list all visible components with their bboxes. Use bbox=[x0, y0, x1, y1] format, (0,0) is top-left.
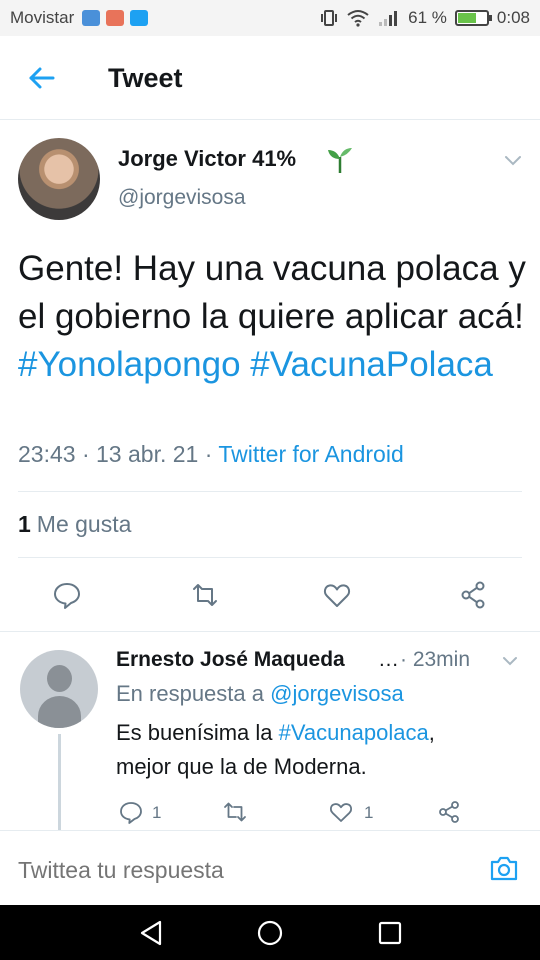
divider bbox=[0, 631, 540, 632]
recents-square-icon[interactable] bbox=[376, 919, 404, 947]
avatar-head bbox=[47, 665, 72, 692]
wifi-icon bbox=[347, 10, 369, 27]
divider bbox=[18, 491, 522, 492]
back-triangle-icon[interactable] bbox=[138, 919, 166, 947]
thread-line bbox=[58, 734, 61, 830]
reply-icon[interactable] bbox=[52, 580, 82, 610]
tweet-meta: 23:43 · 13 abr. 21 · Twitter for Android bbox=[18, 441, 404, 468]
reply-count: 1 bbox=[152, 803, 162, 822]
share-icon[interactable] bbox=[436, 800, 462, 824]
hashtag-link[interactable]: #VacunaPolaca bbox=[250, 345, 493, 384]
reply-icon[interactable] bbox=[118, 800, 144, 824]
avatar-body bbox=[38, 696, 81, 728]
reply-text-prefix: Es buenísima la bbox=[116, 720, 273, 745]
share-icon[interactable] bbox=[458, 580, 488, 610]
meta-separator: · bbox=[204, 441, 213, 467]
arrow-left-icon[interactable] bbox=[26, 62, 58, 94]
reply-avatar[interactable] bbox=[20, 650, 98, 728]
retweet-icon[interactable] bbox=[190, 580, 220, 610]
tweet-date: 13 abr. 21 bbox=[96, 441, 199, 467]
meta-separator: · bbox=[81, 441, 90, 467]
like-icon[interactable] bbox=[328, 800, 354, 824]
author-name[interactable]: Jorge Victor 41% bbox=[118, 146, 296, 172]
reply-input[interactable] bbox=[18, 857, 438, 884]
likes-label: Me gusta bbox=[36, 511, 132, 537]
author-handle[interactable]: @jorgevisosa bbox=[118, 186, 246, 210]
tweet-time: 23:43 bbox=[18, 441, 76, 467]
mention-link[interactable]: @jorgevisosa bbox=[270, 681, 404, 706]
chevron-down-icon[interactable] bbox=[502, 150, 524, 170]
like-icon[interactable] bbox=[322, 580, 352, 610]
signal-icon bbox=[379, 11, 398, 26]
android-nav-bar bbox=[0, 905, 540, 960]
battery-fill bbox=[457, 13, 477, 23]
sprout-icon bbox=[328, 148, 352, 173]
tweet-text: Gente! Hay una vacuna polaca y el gobier… bbox=[18, 245, 528, 389]
retweet-icon[interactable] bbox=[222, 800, 248, 824]
app-header: Tweet bbox=[0, 36, 540, 120]
hashtag-link[interactable]: #Yonolapongo bbox=[18, 345, 241, 384]
battery-icon bbox=[454, 10, 492, 26]
like-count: 1 bbox=[364, 803, 374, 822]
vibrate-icon bbox=[321, 10, 338, 26]
divider bbox=[18, 557, 522, 558]
battery-percent: 61 % bbox=[408, 8, 447, 27]
mail-icon bbox=[106, 10, 125, 26]
likes-summary[interactable]: 1 Me gusta bbox=[18, 511, 131, 538]
clock: 0:08 bbox=[496, 8, 530, 27]
author-avatar[interactable] bbox=[18, 138, 100, 220]
tweet-body: Gente! Hay una vacuna polaca y el gobier… bbox=[18, 249, 526, 336]
twitter-icon bbox=[130, 10, 149, 26]
hashtag-link[interactable]: #Vacunapolaca bbox=[279, 720, 429, 745]
reply-text-suffix: , bbox=[428, 720, 435, 745]
chevron-down-icon[interactable] bbox=[500, 652, 520, 670]
camera-icon[interactable] bbox=[488, 853, 520, 883]
reply-time: · 23min bbox=[400, 648, 471, 671]
page-title: Tweet bbox=[108, 63, 183, 93]
voicemail-icon bbox=[82, 10, 101, 26]
likes-count: 1 bbox=[18, 511, 31, 537]
reply-text: Es buenísima la #Vacunapolaca, mejor que… bbox=[116, 716, 526, 784]
reply-ellipsis: … bbox=[378, 648, 399, 671]
compose-bar bbox=[0, 830, 540, 905]
status-bar: Movistar 61 % 0:08 bbox=[0, 0, 540, 36]
reply-to: En respuesta a @jorgevisosa bbox=[116, 681, 404, 707]
reply-author-name[interactable]: Ernesto José Maqueda bbox=[116, 648, 345, 672]
status-right: 61 % 0:08 bbox=[320, 8, 530, 28]
reply-text-line2: mejor que la de Moderna. bbox=[116, 754, 367, 779]
home-circle-icon[interactable] bbox=[256, 919, 284, 947]
carrier-name: Movistar bbox=[10, 8, 75, 27]
reply-to-prefix: En respuesta a bbox=[116, 681, 264, 706]
tweet-source-link[interactable]: Twitter for Android bbox=[218, 441, 403, 467]
